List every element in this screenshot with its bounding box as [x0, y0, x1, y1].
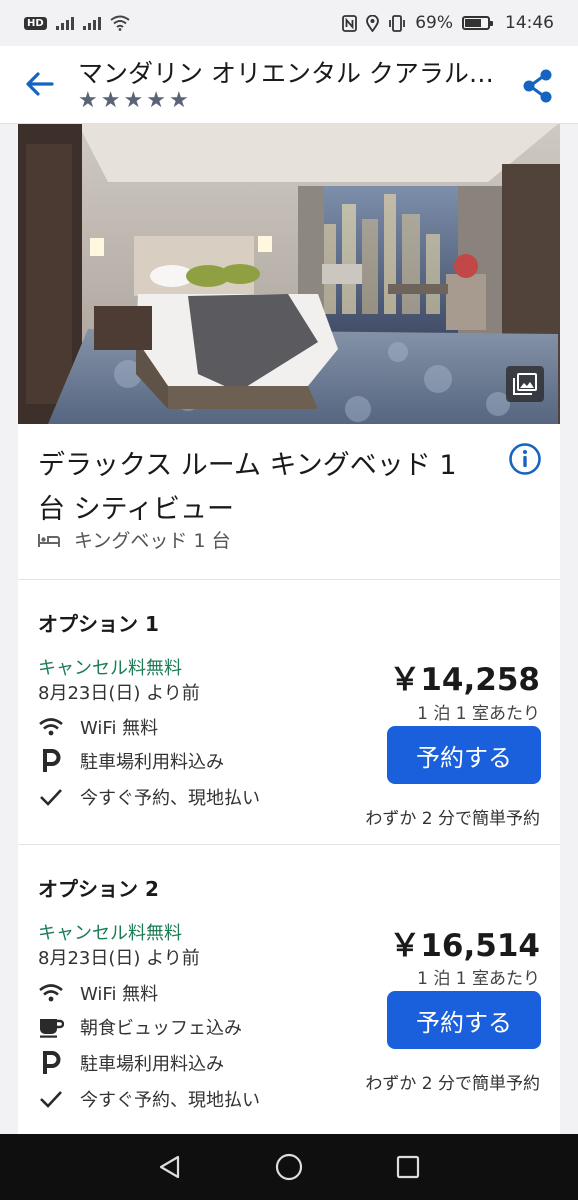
info-icon	[509, 443, 541, 475]
star-icon: ★	[78, 88, 98, 113]
nav-recents-button[interactable]	[388, 1147, 428, 1187]
coffee-cup-icon	[38, 1015, 64, 1039]
nfc-icon	[342, 14, 358, 32]
back-button[interactable]	[22, 66, 58, 102]
circle-home-icon	[275, 1153, 303, 1181]
bed-label: キングベッド 1 台	[74, 530, 231, 552]
option-1-book-button[interactable]: 予約する	[387, 726, 541, 784]
option-1-per-night: 1 泊 1 室あたり	[417, 704, 540, 724]
option-1-amenity-parking: 駐車場利用料込み	[38, 748, 224, 774]
nav-home-button[interactable]	[269, 1147, 309, 1187]
app-header: マンダリン オリエンタル クアラル… ★ ★ ★ ★ ★	[0, 46, 578, 124]
option-1-amenity-wifi: WiFi 無料	[38, 714, 158, 740]
option-1-quick-book: わずか 2 分で簡単予約	[365, 809, 540, 829]
option-2-book-button[interactable]: 予約する	[387, 991, 541, 1049]
wifi-icon	[38, 981, 64, 1005]
parking-icon	[38, 1051, 64, 1075]
hotel-title: マンダリン オリエンタル クアラル…	[78, 59, 494, 88]
battery-percent: 69%	[415, 13, 453, 33]
signal-icon	[55, 16, 74, 30]
amenity-label: WiFi 無料	[80, 984, 159, 1005]
option-1-amenity-pay-later: 今すぐ予約、現地払い	[38, 784, 260, 810]
hd-badge: HD	[24, 16, 47, 30]
option-2-cancel-date: 8月23日(日) より前	[38, 948, 200, 969]
battery-icon	[462, 16, 493, 30]
room-card: デラックス ルーム キングベッド 1 台 シティビュー キングベッド 1 台 オ…	[18, 124, 560, 1134]
location-icon	[366, 14, 380, 32]
square-recents-icon	[397, 1155, 420, 1179]
check-icon	[38, 785, 64, 809]
clock: 14:46	[505, 13, 554, 33]
option-2-price: ￥16,514	[389, 928, 540, 964]
room-photo-illustration	[18, 124, 560, 424]
status-right: 69% 14:46	[342, 13, 554, 33]
bed-info: キングベッド 1 台	[38, 526, 231, 553]
room-photo[interactable]	[18, 124, 560, 424]
option-2-per-night: 1 泊 1 室あたり	[417, 969, 540, 989]
option-1-price: ￥14,258	[389, 662, 540, 698]
gallery-button[interactable]	[506, 366, 544, 402]
option-2-quick-book: わずか 2 分で簡単予約	[365, 1074, 540, 1094]
option-2-free-cancel: キャンセル料無料	[38, 923, 182, 944]
option-2-amenity-pay-later: 今すぐ予約、現地払い	[38, 1086, 260, 1112]
vibrate-icon	[389, 14, 406, 32]
share-icon	[523, 69, 552, 103]
star-icon: ★	[146, 88, 166, 113]
option-2-amenity-breakfast: 朝食ビュッフェ込み	[38, 1014, 242, 1040]
amenity-label: 今すぐ予約、現地払い	[80, 788, 260, 809]
bed-icon	[38, 533, 60, 547]
divider	[18, 579, 560, 580]
signal-icon	[82, 16, 101, 30]
star-icon: ★	[123, 88, 144, 113]
amenity-label: 駐車場利用料込み	[80, 1054, 224, 1075]
amenity-label: 朝食ビュッフェ込み	[80, 1018, 242, 1039]
wifi-status-icon	[110, 15, 130, 31]
photo-gallery-icon	[513, 373, 537, 395]
parking-icon	[38, 749, 64, 773]
amenity-label: 駐車場利用料込み	[80, 752, 224, 773]
option-1-cancel-date: 8月23日(日) より前	[38, 683, 200, 704]
divider	[18, 844, 560, 845]
option-2-title: オプション 2	[38, 877, 159, 901]
option-1-free-cancel: キャンセル料無料	[38, 658, 182, 679]
room-info-button[interactable]	[508, 442, 542, 476]
amenity-label: WiFi 無料	[80, 718, 159, 739]
share-button[interactable]	[518, 66, 558, 106]
status-left: HD	[24, 15, 130, 31]
star-rating: ★ ★ ★ ★ ★	[78, 90, 189, 112]
star-icon: ★	[168, 88, 189, 113]
status-bar: HD 69% 14:46	[0, 0, 578, 46]
room-name: デラックス ルーム キングベッド 1 台 シティビュー	[38, 450, 457, 525]
system-nav-bar	[0, 1134, 578, 1200]
check-icon	[38, 1087, 64, 1111]
option-1-title: オプション 1	[38, 612, 159, 636]
arrow-left-icon	[26, 72, 54, 96]
option-2-amenity-wifi: WiFi 無料	[38, 980, 158, 1006]
star-icon: ★	[100, 88, 121, 113]
amenity-label: 今すぐ予約、現地払い	[80, 1090, 260, 1111]
triangle-back-icon	[159, 1155, 179, 1179]
option-2-amenity-parking: 駐車場利用料込み	[38, 1050, 224, 1076]
nav-back-button[interactable]	[150, 1147, 190, 1187]
wifi-icon	[38, 715, 64, 739]
